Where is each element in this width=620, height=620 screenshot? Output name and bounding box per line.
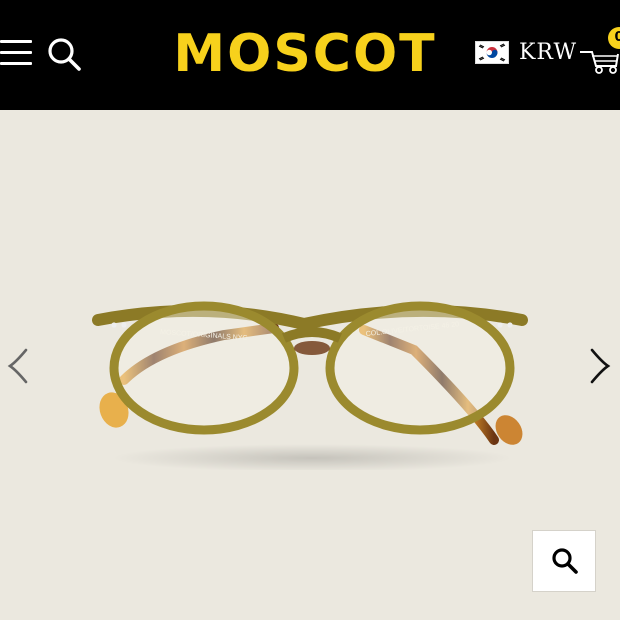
- search-icon[interactable]: [46, 36, 82, 72]
- south-korea-flag-icon[interactable]: [475, 41, 509, 64]
- hamburger-menu-icon[interactable]: [0, 38, 34, 68]
- currency-selector[interactable]: KRW: [519, 38, 577, 68]
- eyeglasses-product-image: MOSCOT/ORIGINALS NYC COL.OLIVE/TORTOISE …: [92, 301, 528, 470]
- moscot-logo[interactable]: MOSCOT: [170, 22, 440, 86]
- site-header: MOSCOT KRW 0: [0, 0, 620, 110]
- chevron-left-icon[interactable]: [6, 348, 30, 384]
- zoom-button[interactable]: [532, 530, 596, 592]
- zoom-search-icon: [552, 548, 578, 574]
- chevron-right-icon[interactable]: [588, 348, 612, 384]
